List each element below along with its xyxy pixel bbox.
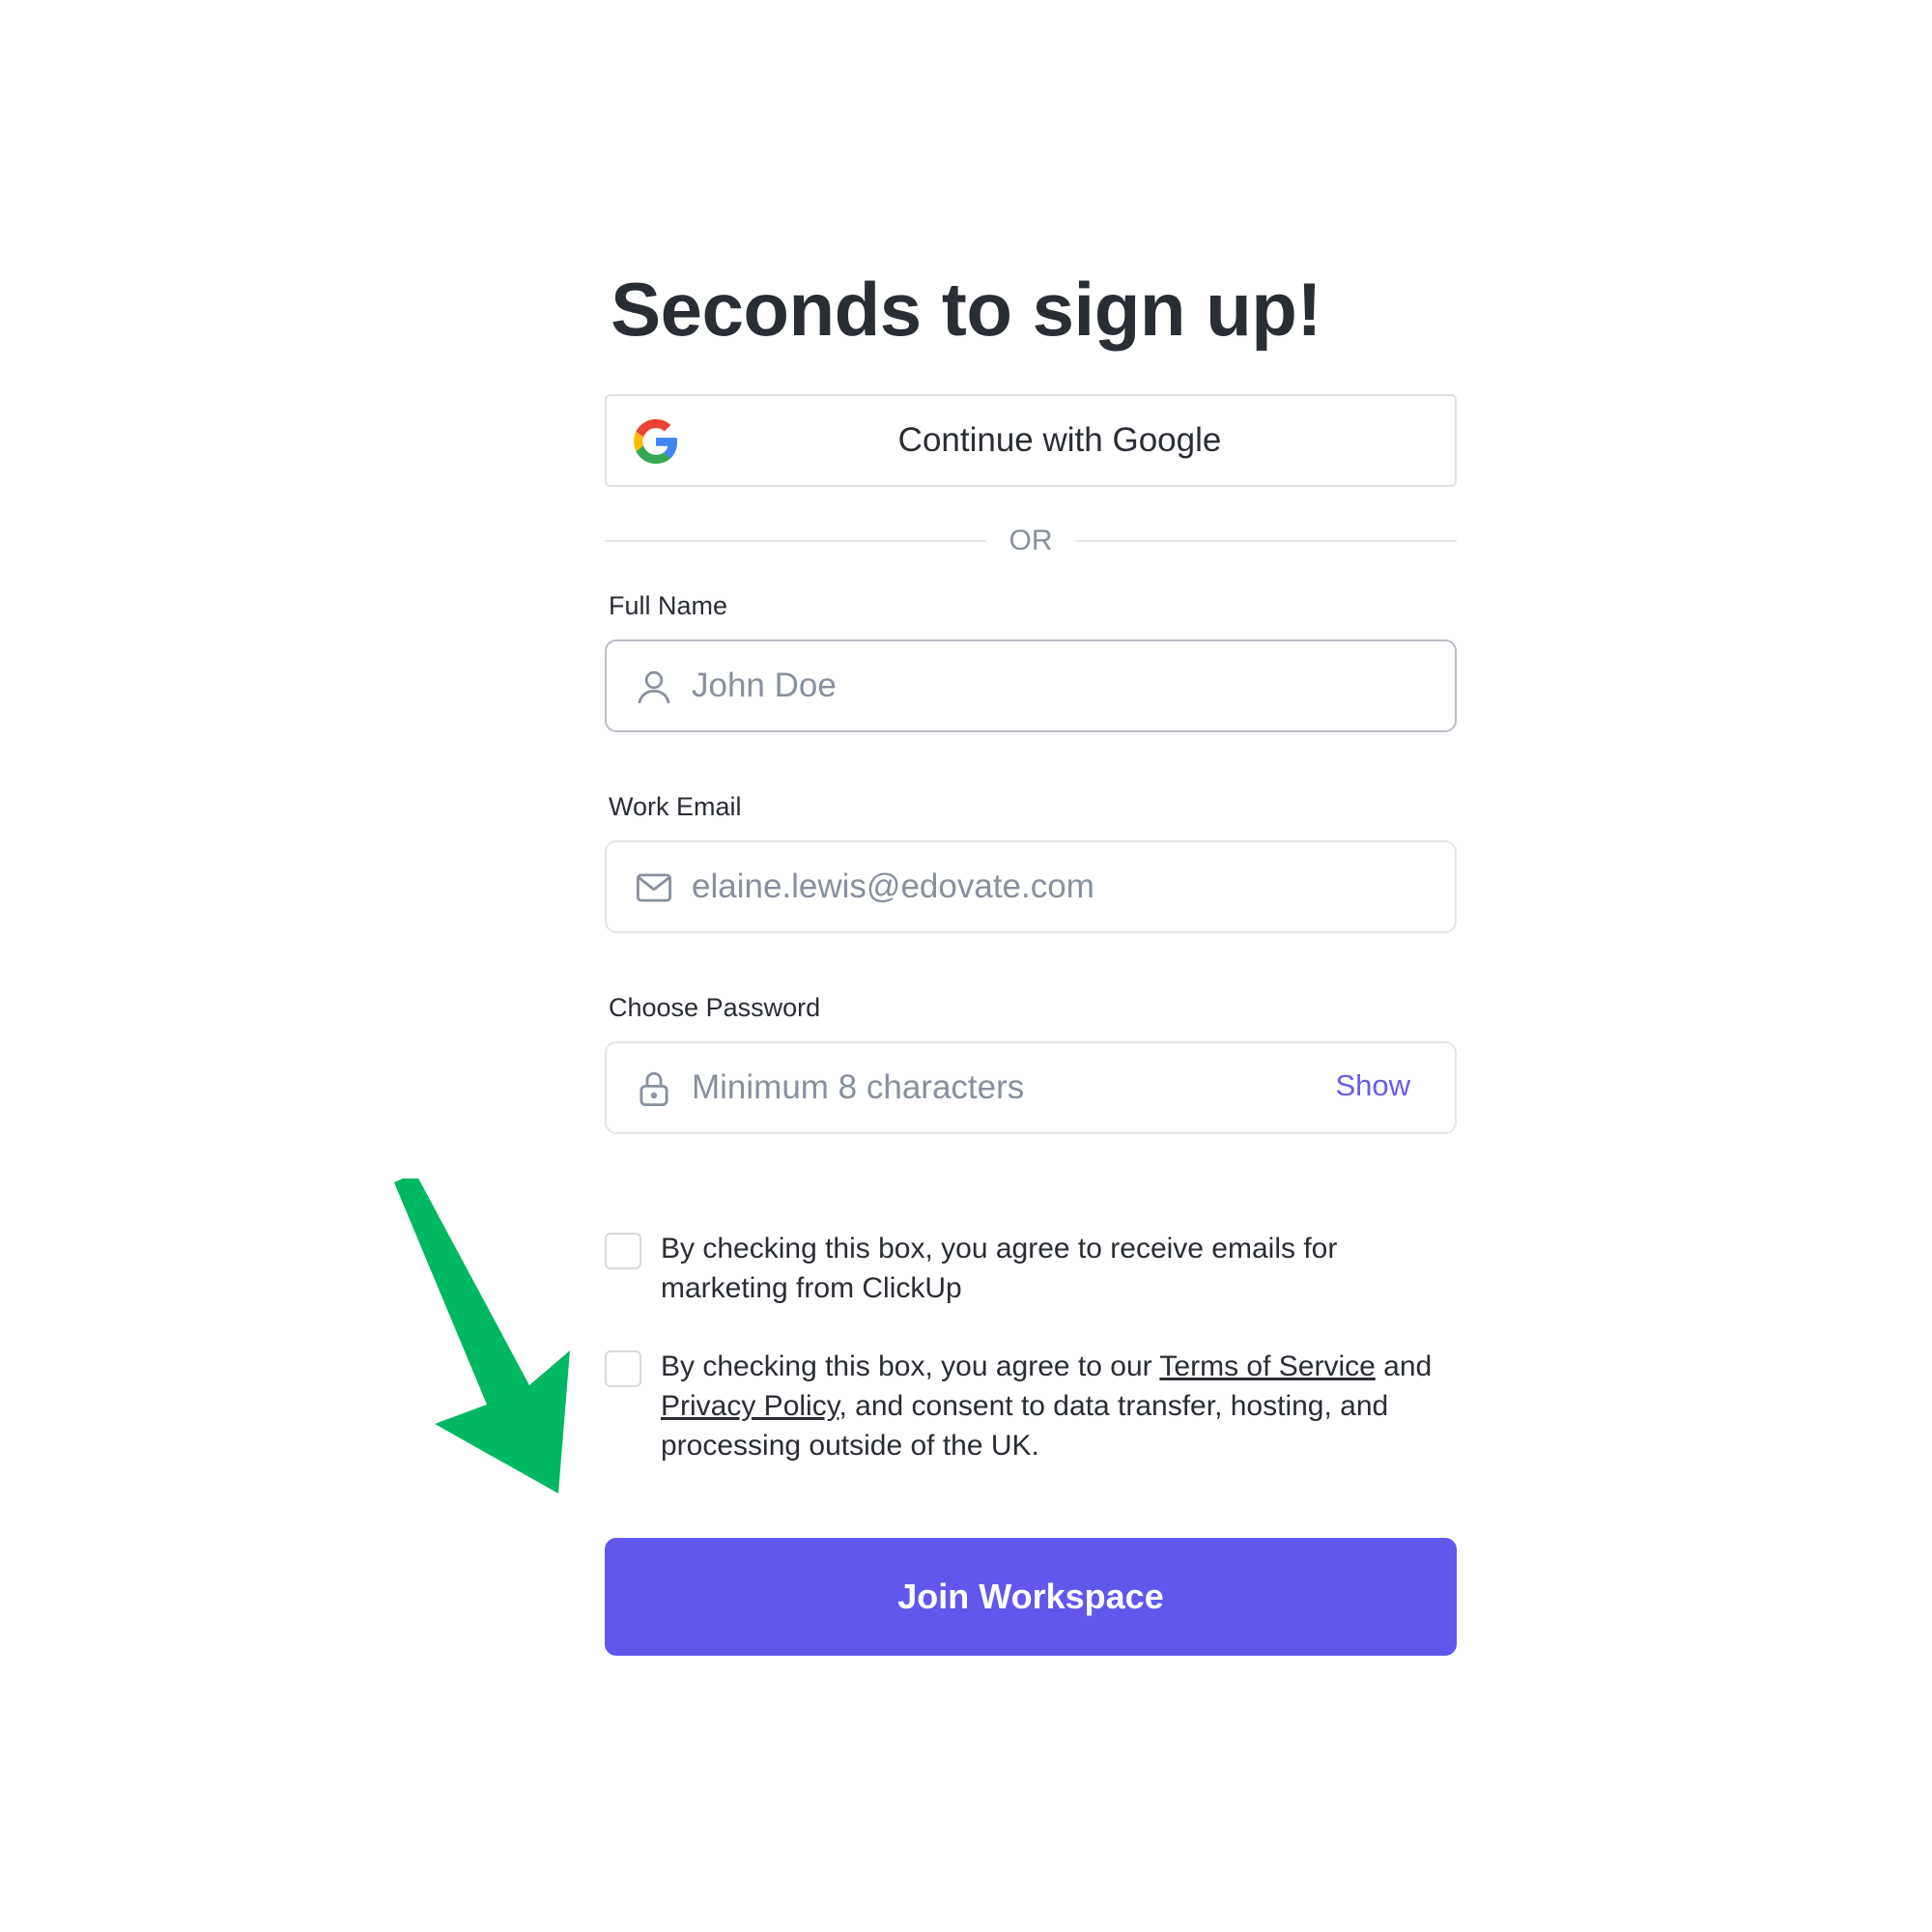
terms-of-service-link[interactable]: Terms of Service (1159, 1350, 1375, 1382)
full-name-input[interactable] (692, 641, 1329, 730)
join-workspace-button[interactable]: Join Workspace (605, 1538, 1457, 1656)
privacy-policy-link[interactable]: Privacy Policy (661, 1390, 838, 1422)
terms-text-prefix: By checking this box, you agree to our (661, 1350, 1160, 1382)
green-arrow-pointer-icon (394, 1179, 570, 1493)
divider-line-right (1075, 540, 1457, 542)
work-email-field[interactable] (605, 840, 1457, 933)
marketing-consent-checkbox[interactable] (605, 1233, 641, 1269)
terms-consent-checkbox[interactable] (605, 1350, 641, 1387)
mail-icon (636, 873, 672, 902)
divider-text: OR (1009, 525, 1053, 556)
google-button-label: Continue with Google (897, 421, 1222, 459)
google-logo-icon (634, 419, 678, 464)
full-name-label: Full Name (609, 591, 728, 620)
or-divider: OR (605, 522, 1457, 560)
work-email-input[interactable] (692, 842, 1329, 931)
password-field[interactable]: Show (605, 1041, 1457, 1134)
show-password-toggle[interactable]: Show (1335, 1068, 1410, 1103)
password-input[interactable] (692, 1043, 1329, 1132)
divider-line-left (605, 540, 986, 542)
terms-text-middle: and (1375, 1350, 1433, 1382)
marketing-consent-text: By checking this box, you agree to recei… (661, 1233, 1338, 1304)
continue-with-google-button[interactable]: Continue with Google (605, 394, 1457, 487)
full-name-field[interactable] (605, 639, 1457, 732)
user-icon (638, 670, 670, 704)
signup-page: Seconds to sign up! Continue with Google… (0, 0, 1932, 1932)
terms-consent-text: By checking this box, you agree to our T… (661, 1347, 1463, 1465)
work-email-label: Work Email (609, 792, 742, 821)
lock-icon (639, 1071, 668, 1107)
page-title: Seconds to sign up! (611, 267, 1321, 352)
password-label: Choose Password (609, 993, 821, 1022)
